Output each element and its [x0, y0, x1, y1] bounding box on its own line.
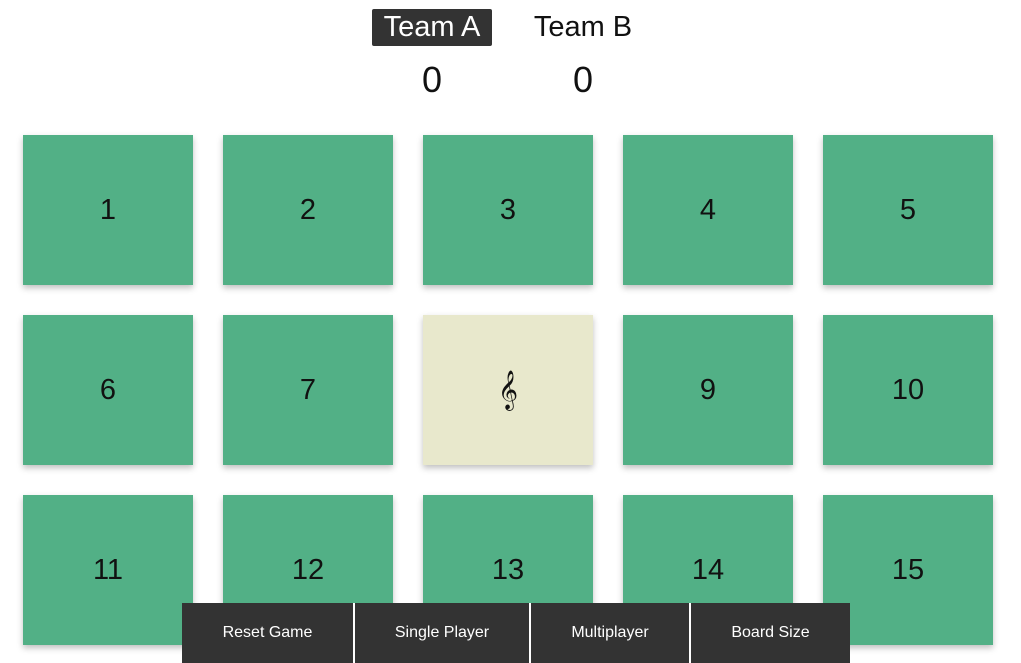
- tile-3[interactable]: 3: [423, 135, 593, 285]
- control-bar: Reset Game Single Player Multiplayer Boa…: [182, 603, 850, 663]
- treble-clef-icon: 𝄞: [497, 370, 519, 410]
- tile-2[interactable]: 2: [223, 135, 393, 285]
- team-a-score: 0: [421, 59, 443, 100]
- team-b-label[interactable]: Team B: [523, 9, 643, 46]
- tile-10[interactable]: 10: [823, 315, 993, 465]
- reset-game-button[interactable]: Reset Game: [182, 603, 355, 663]
- team-a-label[interactable]: Team A: [372, 9, 492, 46]
- tile-8-revealed[interactable]: 𝄞: [423, 315, 593, 465]
- single-player-button[interactable]: Single Player: [355, 603, 531, 663]
- tile-1[interactable]: 1: [23, 135, 193, 285]
- team-b-score: 0: [572, 59, 594, 100]
- tile-4[interactable]: 4: [623, 135, 793, 285]
- tile-9[interactable]: 9: [623, 315, 793, 465]
- multiplayer-button[interactable]: Multiplayer: [531, 603, 691, 663]
- tile-11[interactable]: 11: [23, 495, 193, 645]
- tile-7[interactable]: 7: [223, 315, 393, 465]
- tile-5[interactable]: 5: [823, 135, 993, 285]
- tile-6[interactable]: 6: [23, 315, 193, 465]
- board-size-button[interactable]: Board Size: [691, 603, 850, 663]
- game-screen: Team A Team B 0 0 1 2 3 4 5 6 7 𝄞 9 10 1…: [0, 0, 1021, 663]
